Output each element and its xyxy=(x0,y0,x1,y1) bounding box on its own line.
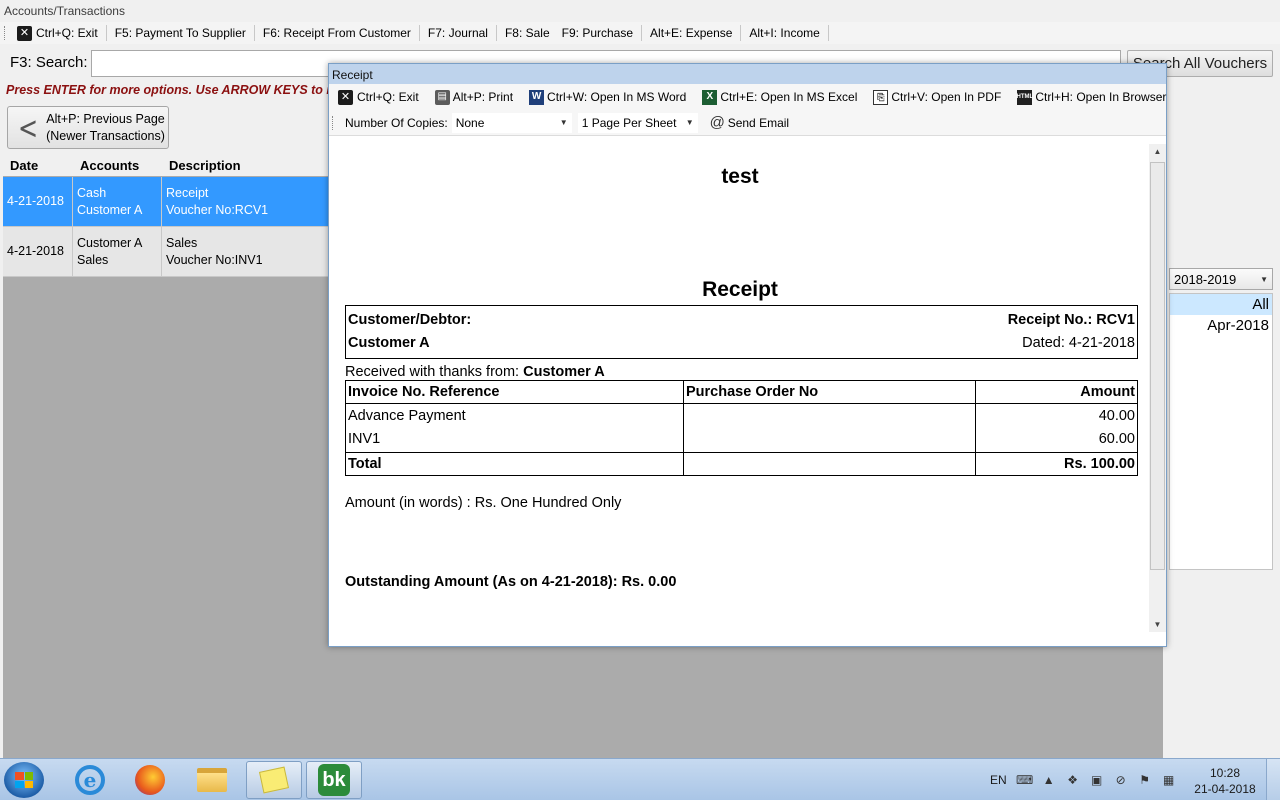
print-button[interactable]: ▤ Alt+P: Print xyxy=(429,87,519,107)
income-button[interactable]: Alt+I: Income xyxy=(743,23,825,43)
header-description[interactable]: Description xyxy=(162,156,322,176)
action-center-icon[interactable]: ⚑ xyxy=(1138,773,1152,787)
header-po: Purchase Order No xyxy=(683,380,976,404)
word-icon: W xyxy=(529,89,545,105)
printer-icon: ▤ xyxy=(434,89,450,105)
header-amount: Amount xyxy=(975,380,1138,404)
windows-logo-icon xyxy=(15,772,33,788)
pages-per-sheet-select[interactable]: 1 Page Per Sheet ▼ xyxy=(577,112,698,133)
dialog-title: Receipt xyxy=(329,64,1166,84)
open-in-browser-button[interactable]: HTML Ctrl+H: Open In Browser xyxy=(1011,87,1172,107)
exit-button[interactable]: ✕ Ctrl+Q: Exit xyxy=(11,23,104,43)
open-in-word-button[interactable]: W Ctrl+W: Open In MS Word xyxy=(523,87,692,107)
table-row[interactable]: 4-21-2018 Cash Customer A Receipt Voucher … xyxy=(3,177,329,227)
purchase-button[interactable]: F9: Purchase xyxy=(556,23,639,43)
receipt-preview: test Receipt Customer/Debtor: Customer A… xyxy=(330,137,1150,635)
dialog-exit-button[interactable]: ✕ Ctrl+Q: Exit xyxy=(332,87,425,107)
excel-icon: X xyxy=(702,89,718,105)
network-icon[interactable]: ▦ xyxy=(1162,773,1176,787)
pdf-icon: ⎘ xyxy=(873,89,889,105)
table-row: Advance Payment INV1 40.00 60.00 xyxy=(345,403,1138,453)
taskbar-firefox[interactable] xyxy=(122,761,178,799)
previous-page-button[interactable]: < Alt+P: Previous Page (Newer Transactio… xyxy=(7,106,169,149)
clock[interactable]: 10:28 21-04-2018 xyxy=(1192,765,1258,797)
show-hidden-icons-icon[interactable]: ▲ xyxy=(1042,773,1056,787)
customer-label: Customer/Debtor: xyxy=(348,312,472,328)
dropbox-icon[interactable]: ❖ xyxy=(1066,773,1080,787)
chevron-left-icon: < xyxy=(18,109,39,146)
at-sign-icon: @ xyxy=(709,114,725,131)
receipt-date: Dated: 4-21-2018 xyxy=(1022,335,1135,351)
header-accounts[interactable]: Accounts xyxy=(73,156,162,176)
scroll-down-icon[interactable]: ▼ xyxy=(1149,617,1166,632)
dropdown-arrow-icon: ▼ xyxy=(685,118,694,127)
volume-muted-icon[interactable]: ⊘ xyxy=(1114,773,1128,787)
table-row[interactable]: 4-21-2018 Customer A Sales Sales Voucher N… xyxy=(3,227,329,277)
vertical-scrollbar[interactable]: ▲ ▼ xyxy=(1149,144,1166,632)
amount-in-words: Amount (in words) : Rs. One Hundred Only xyxy=(345,495,622,511)
start-button[interactable] xyxy=(4,762,44,798)
header-invoice: Invoice No. Reference xyxy=(345,380,684,404)
taskbar-explorer[interactable] xyxy=(184,761,240,799)
grid-header: Date Accounts Description xyxy=(3,156,329,176)
language-indicator[interactable]: EN xyxy=(990,773,1007,787)
dialog-toolbar: ✕ Ctrl+Q: Exit ▤ Alt+P: Print W Ctrl+W: Ope… xyxy=(329,84,1166,110)
show-desktop-button[interactable] xyxy=(1266,759,1280,800)
taskbar-sticky-notes[interactable] xyxy=(246,761,302,799)
window-title: Accounts/Transactions xyxy=(0,0,1280,22)
receipt-header-box: Customer/Debtor: Customer A Receipt No.:… xyxy=(345,305,1138,359)
bk-app-icon: bk xyxy=(318,764,350,796)
scroll-up-icon[interactable]: ▲ xyxy=(1149,144,1166,159)
received-from-line: Received with thanks from: Customer A xyxy=(345,364,605,380)
payment-to-supplier-button[interactable]: F5: Payment To Supplier xyxy=(109,23,252,43)
taskbar-ie[interactable]: e xyxy=(62,761,118,799)
toolbar-grip xyxy=(4,26,7,40)
invoice-table: Invoice No. Reference Purchase Order No … xyxy=(345,380,1138,476)
device-icon[interactable]: ▣ xyxy=(1090,773,1104,787)
open-in-excel-button[interactable]: X Ctrl+E: Open In MS Excel xyxy=(696,87,863,107)
period-list: All Apr-2018 xyxy=(1169,293,1273,570)
open-in-pdf-button[interactable]: ⎘ Ctrl+V: Open In PDF xyxy=(867,87,1007,107)
html-icon: HTML xyxy=(1016,89,1033,105)
sale-button[interactable]: F8: Sale xyxy=(499,23,556,43)
hint-text: Press ENTER for more options. Use ARROW … xyxy=(6,83,328,97)
main-toolbar: ✕ Ctrl+Q: Exit F5: Payment To Supplier F6… xyxy=(0,22,1280,44)
search-label: F3: Search: xyxy=(10,54,88,71)
dropdown-arrow-icon: ▼ xyxy=(1260,274,1268,284)
period-item-apr-2018[interactable]: Apr-2018 xyxy=(1170,315,1272,336)
sticky-notes-icon xyxy=(258,766,290,794)
period-item-all[interactable]: All xyxy=(1170,294,1272,315)
document-heading: Receipt xyxy=(702,278,778,301)
keyboard-icon[interactable]: ⌨ xyxy=(1016,773,1033,787)
dialog-options-toolbar: Number Of Copies: None ▼ 1 Page Per Shee… xyxy=(329,110,1166,136)
customer-name: Customer A xyxy=(348,335,430,351)
taskbar: e bk EN ⌨ ▲ ❖ ▣ ⊘ ⚑ ▦ 10:28 21-04-2018 xyxy=(0,758,1280,800)
copies-select[interactable]: None ▼ xyxy=(451,112,572,133)
firefox-icon xyxy=(135,765,165,795)
outstanding-amount: Outstanding Amount (As on 4-21-2018): Rs… xyxy=(345,574,677,590)
system-tray: EN ⌨ ▲ ❖ ▣ ⊘ ⚑ ▦ xyxy=(990,759,1181,800)
dropdown-arrow-icon: ▼ xyxy=(559,118,568,127)
receipt-dialog: Receipt ✕ Ctrl+Q: Exit ▤ Alt+P: Print W Ctr… xyxy=(328,63,1167,647)
financial-year-select[interactable]: 2018-2019 ▼ xyxy=(1169,268,1273,290)
scroll-thumb[interactable] xyxy=(1150,162,1165,570)
close-icon: ✕ xyxy=(338,89,353,105)
folder-icon xyxy=(197,768,227,792)
receipt-number: Receipt No.: RCV1 xyxy=(1007,312,1135,328)
total-row: Total Rs. 100.00 xyxy=(345,452,1138,476)
company-name: test xyxy=(721,165,759,188)
close-icon: ✕ xyxy=(17,25,32,41)
send-email-button[interactable]: @ Send Email xyxy=(704,113,795,133)
internet-explorer-icon: e xyxy=(75,765,105,795)
journal-button[interactable]: F7: Journal xyxy=(422,23,494,43)
taskbar-bk-app[interactable]: bk xyxy=(306,761,362,799)
expense-button[interactable]: Alt+E: Expense xyxy=(644,23,738,43)
receipt-from-customer-button[interactable]: F6: Receipt From Customer xyxy=(257,23,417,43)
copies-label: Number Of Copies: xyxy=(345,115,448,130)
header-date[interactable]: Date xyxy=(3,156,73,176)
